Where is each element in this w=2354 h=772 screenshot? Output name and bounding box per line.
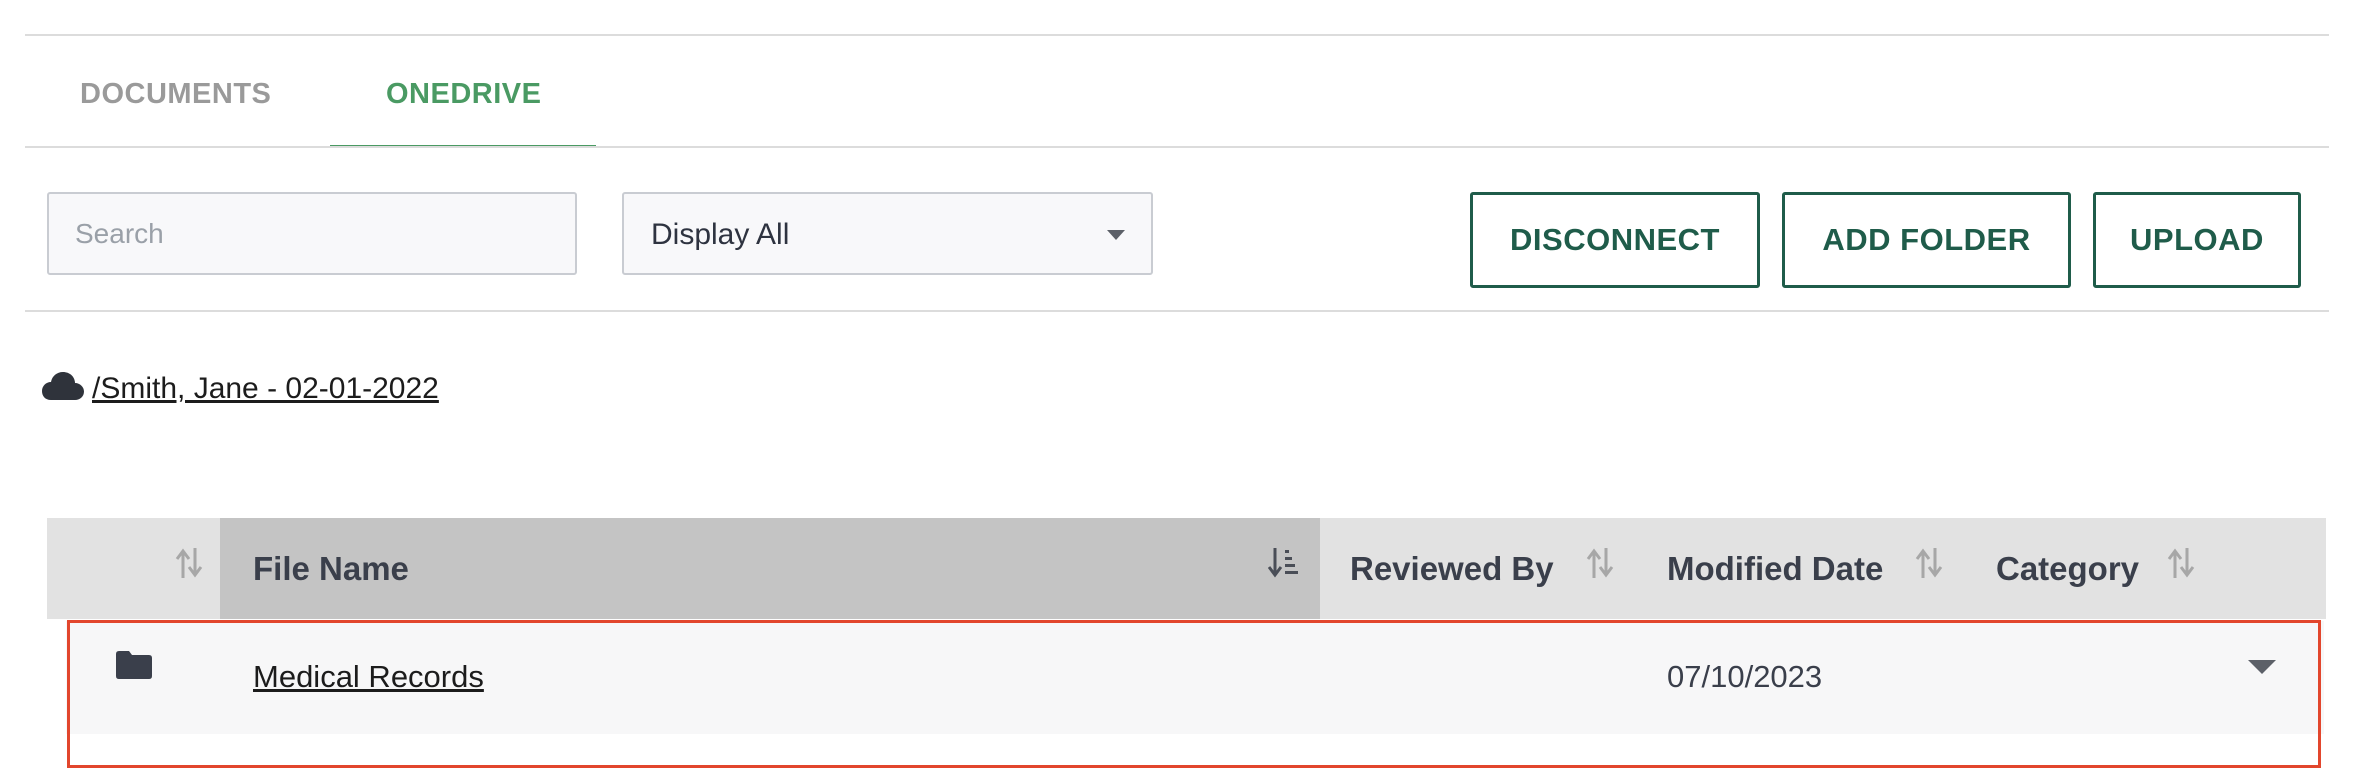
search-input[interactable] bbox=[47, 192, 577, 275]
sort-icon[interactable] bbox=[175, 546, 203, 585]
tab-documents[interactable]: DOCUMENTS bbox=[80, 78, 271, 111]
breadcrumb-path-link[interactable]: /Smith, Jane - 02-01-2022 bbox=[92, 372, 439, 406]
toolbar-divider bbox=[25, 310, 2329, 312]
disconnect-button[interactable]: DISCONNECT bbox=[1470, 192, 1760, 288]
add-folder-button[interactable]: ADD FOLDER bbox=[1782, 192, 2071, 288]
column-header-modified-date[interactable]: Modified Date bbox=[1667, 550, 1883, 588]
sort-icon[interactable] bbox=[2167, 546, 2195, 585]
display-filter-value: Display All bbox=[651, 218, 790, 251]
upload-button[interactable]: UPLOAD bbox=[2093, 192, 2301, 288]
caret-down-icon bbox=[1107, 230, 1125, 240]
column-header-category[interactable]: Category bbox=[1996, 550, 2139, 588]
tab-onedrive[interactable]: ONEDRIVE bbox=[386, 78, 541, 111]
cloud-icon bbox=[42, 370, 84, 407]
column-header-reviewed-by[interactable]: Reviewed By bbox=[1350, 550, 1554, 588]
display-filter-select[interactable]: Display All bbox=[622, 192, 1153, 275]
sort-ascending-icon[interactable] bbox=[1267, 546, 1300, 585]
sort-icon[interactable] bbox=[1586, 546, 1614, 585]
column-header-file-name[interactable]: File Name bbox=[253, 550, 409, 588]
top-divider bbox=[25, 34, 2329, 36]
sort-icon[interactable] bbox=[1915, 546, 1943, 585]
tabs-divider bbox=[25, 146, 2329, 148]
selected-row-highlight bbox=[67, 620, 2321, 768]
